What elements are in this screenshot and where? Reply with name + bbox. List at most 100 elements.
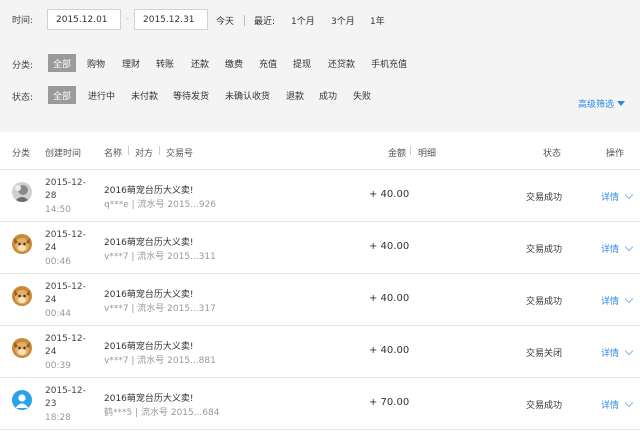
created-time: 00:39	[45, 361, 71, 371]
transaction-title[interactable]: 2016萌宠台历大义卖!	[104, 391, 194, 404]
status-in-progress[interactable]: 进行中	[83, 86, 120, 104]
detail-link[interactable]: 详情	[601, 398, 634, 411]
header-detail: 明细	[418, 149, 437, 159]
detail-link[interactable]: 详情	[601, 242, 634, 255]
created-date: 2015-12- 24	[45, 229, 86, 255]
created-date: 2015-12- 24	[45, 333, 86, 359]
chevron-down-icon	[624, 294, 634, 304]
header-amount: 金额	[388, 149, 407, 159]
avatar	[12, 390, 32, 410]
category-label: 分类:	[12, 61, 34, 71]
detail-label: 详情	[601, 245, 620, 255]
filter-panel: 时间: 2015.12.01 - 2015.12.31 今天 最近: 1个月 3…	[0, 0, 640, 132]
header-sep: |	[409, 146, 413, 156]
table-row: 2015-12- 24 00:46 2016萌宠台历大义卖! v***7 | 流水号 2…	[0, 222, 640, 274]
amount: + 40.00	[369, 293, 410, 304]
category-repay[interactable]: 还款	[186, 54, 214, 72]
detail-link[interactable]: 详情	[601, 190, 634, 203]
created-date: 2015-12- 28	[45, 177, 86, 203]
status-unconfirmed[interactable]: 未确认收货	[220, 86, 275, 104]
category-finance[interactable]: 理财	[117, 54, 145, 72]
advanced-filter-link[interactable]: 高级筛选	[578, 97, 626, 110]
table-row: 2015-12- 24 00:39 2016萌宠台历大义卖! v***7 | 流水号 2…	[0, 326, 640, 378]
header-created: 创建时间	[45, 149, 82, 159]
header-party: 对方	[135, 149, 154, 159]
created-time: 00:44	[45, 309, 71, 319]
transaction-meta: v***7 | 流水号 2015...881	[104, 356, 216, 366]
transaction-meta: v***7 | 流水号 2015...311	[104, 252, 216, 262]
detail-label: 详情	[601, 349, 620, 359]
status-all[interactable]: 全部	[48, 86, 77, 104]
time-label: 时间:	[12, 16, 34, 26]
category-all[interactable]: 全部	[48, 54, 77, 72]
created-day: 24	[45, 347, 57, 357]
status-unpaid[interactable]: 未付款	[126, 86, 163, 104]
transaction-title[interactable]: 2016萌宠台历大义卖!	[104, 183, 194, 196]
amount: + 70.00	[369, 397, 410, 408]
status-text: 交易成功	[526, 193, 563, 203]
date-separator: -	[126, 14, 130, 24]
header-sep: |	[127, 146, 131, 156]
created-date: 2015-12- 23	[45, 385, 86, 411]
detail-label: 详情	[601, 401, 620, 411]
created-day: 24	[45, 243, 57, 253]
category-shopping[interactable]: 购物	[82, 54, 110, 72]
detail-link[interactable]: 详情	[601, 346, 634, 359]
header-sep: |	[158, 146, 162, 156]
status-refund[interactable]: 退款	[281, 86, 309, 104]
status-text: 交易成功	[526, 401, 563, 411]
amount: + 40.00	[369, 189, 410, 200]
header-status: 状态	[543, 149, 562, 159]
detail-label: 详情	[601, 297, 620, 307]
status-text: 交易成功	[526, 297, 563, 307]
chevron-down-icon	[624, 398, 634, 408]
avatar	[12, 234, 32, 254]
created-date-line: 2015-12-	[45, 282, 86, 292]
category-transfer[interactable]: 转账	[151, 54, 179, 72]
created-date-line: 2015-12-	[45, 334, 86, 344]
category-bills[interactable]: 缴费	[220, 54, 248, 72]
status-success[interactable]: 成功	[314, 86, 342, 104]
today-link[interactable]: 今天	[216, 14, 234, 27]
created-time: 18:28	[45, 413, 71, 423]
created-day: 28	[45, 191, 57, 201]
transaction-title[interactable]: 2016萌宠台历大义卖!	[104, 287, 194, 300]
transaction-title[interactable]: 2016萌宠台历大义卖!	[104, 235, 194, 248]
header-action: 操作	[606, 149, 625, 159]
range-3-months[interactable]: 3个月	[331, 14, 355, 27]
amount: + 40.00	[369, 241, 410, 252]
category-withdraw[interactable]: 提现	[288, 54, 316, 72]
status-text: 交易成功	[526, 245, 563, 255]
status-label: 状态:	[12, 93, 34, 103]
table-row: 2015-12- 23 18:28 2016萌宠台历大义卖! 鹤***5 | 流水号 2…	[0, 378, 640, 430]
status-awaiting-shipment[interactable]: 等待发货	[168, 86, 214, 104]
divider	[244, 15, 245, 26]
category-topup[interactable]: 充值	[254, 54, 282, 72]
category-loan-repay[interactable]: 还贷款	[323, 54, 360, 72]
created-time: 14:50	[45, 205, 71, 215]
transaction-meta: q***e | 流水号 2015...926	[104, 200, 217, 210]
range-1-year[interactable]: 1年	[370, 14, 385, 27]
created-time: 00:46	[45, 257, 71, 267]
avatar	[12, 182, 32, 202]
avatar	[12, 338, 32, 358]
header-category: 分类	[12, 149, 31, 159]
status-failed[interactable]: 失败	[348, 86, 376, 104]
amount: + 40.00	[369, 345, 410, 356]
range-1-month[interactable]: 1个月	[291, 14, 315, 27]
transaction-meta: 鹤***5 | 流水号 2015...684	[104, 408, 220, 418]
detail-label: 详情	[601, 193, 620, 203]
advanced-filter-label: 高级筛选	[578, 100, 615, 110]
end-date-input[interactable]: 2015.12.31	[134, 9, 208, 30]
header-txn: 交易号	[166, 149, 194, 159]
created-date: 2015-12- 24	[45, 281, 86, 307]
avatar	[12, 286, 32, 306]
category-phone-topup[interactable]: 手机充值	[366, 54, 412, 72]
transaction-meta: v***7 | 流水号 2015...317	[104, 304, 216, 314]
start-date-input[interactable]: 2015.12.01	[47, 9, 121, 30]
transaction-title[interactable]: 2016萌宠台历大义卖!	[104, 339, 194, 352]
created-day: 24	[45, 295, 57, 305]
caret-down-icon	[617, 101, 626, 106]
chevron-down-icon	[624, 242, 634, 252]
detail-link[interactable]: 详情	[601, 294, 634, 307]
